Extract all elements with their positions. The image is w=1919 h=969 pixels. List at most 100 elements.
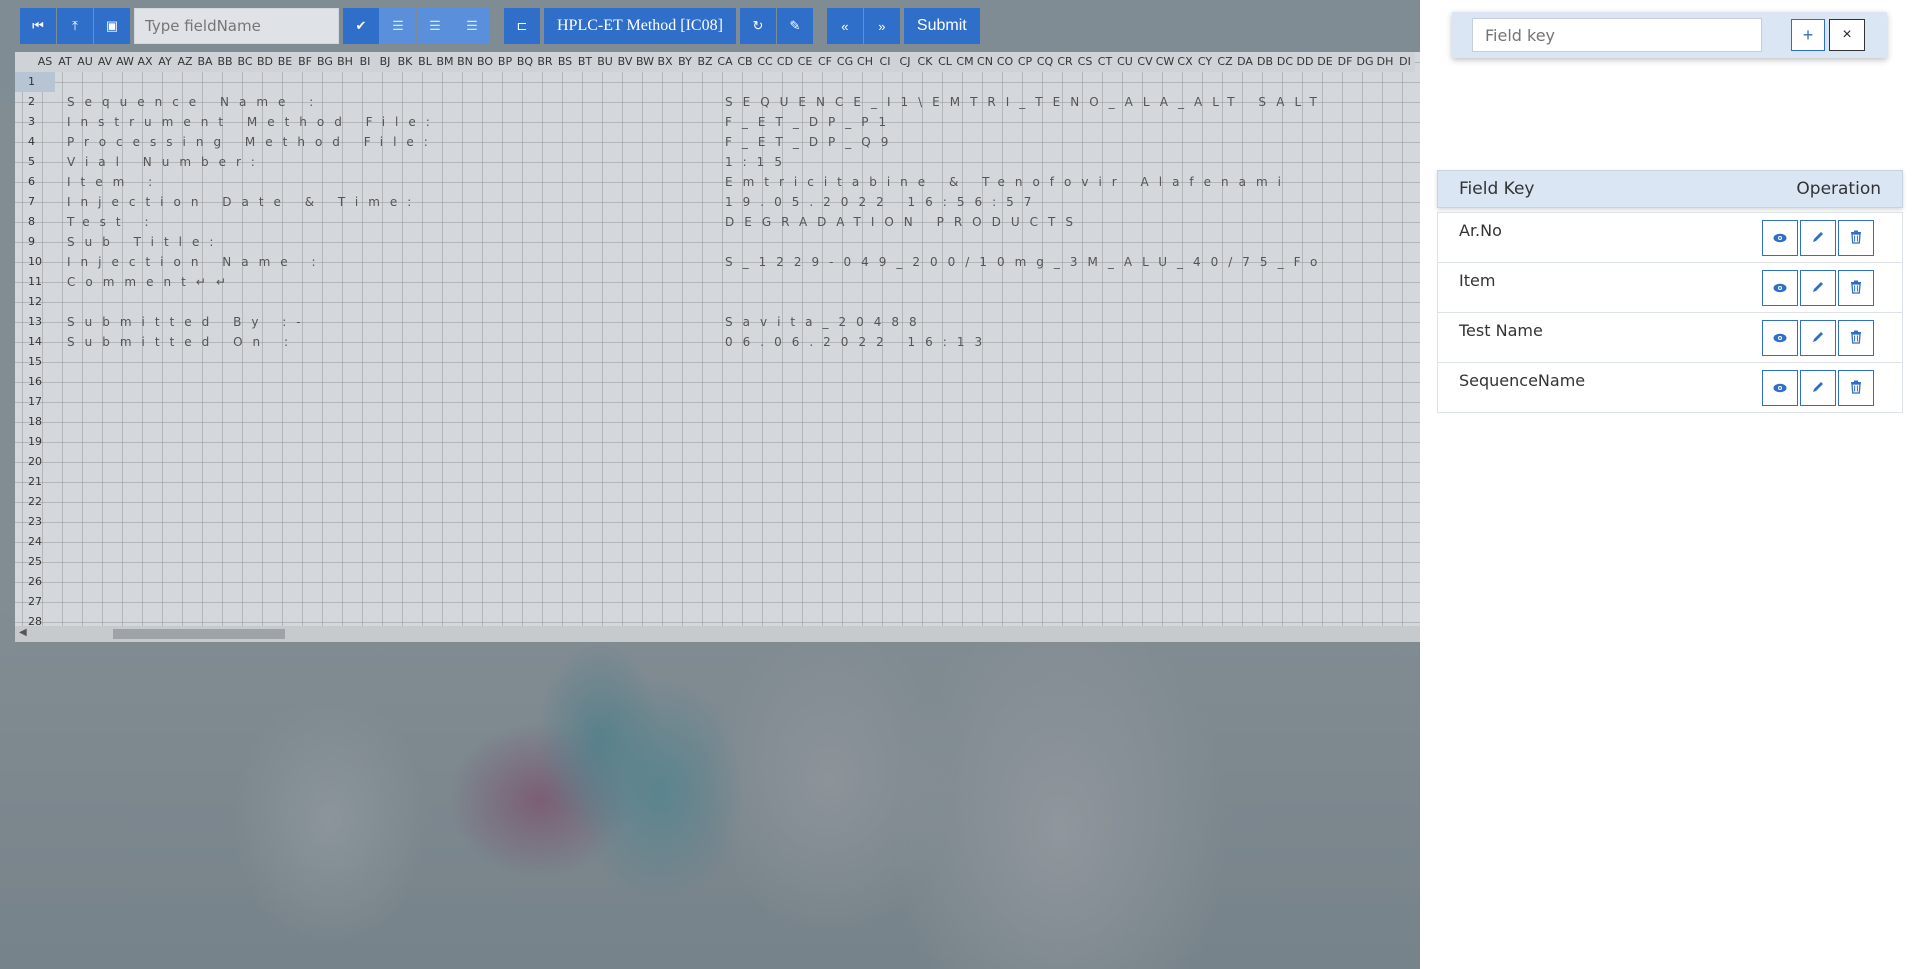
column-header[interactable]: AS <box>35 52 55 72</box>
row-header[interactable]: 20 <box>15 452 55 472</box>
horizontal-scrollbar[interactable]: ◀ <box>15 626 1420 642</box>
cell-value[interactable]: DEGRADATION PRODUCTS <box>725 212 1083 232</box>
delete-button[interactable] <box>1838 220 1874 256</box>
column-header[interactable]: DH <box>1375 52 1395 72</box>
column-header[interactable]: CG <box>835 52 855 72</box>
cell-label[interactable]: Vial Number: <box>67 152 265 172</box>
submit-button[interactable]: Submit <box>903 8 980 44</box>
column-header[interactable]: DC <box>1275 52 1295 72</box>
row-header[interactable]: 12 <box>15 292 55 312</box>
outdent-button[interactable]: ☰ <box>417 8 453 44</box>
column-header[interactable]: BM <box>435 52 455 72</box>
column-header[interactable]: BR <box>535 52 555 72</box>
row-header[interactable]: 6 <box>15 172 55 192</box>
column-header[interactable]: DE <box>1315 52 1335 72</box>
column-header[interactable]: BL <box>415 52 435 72</box>
row-header[interactable]: 1 <box>15 72 55 92</box>
column-header[interactable]: CT <box>1095 52 1115 72</box>
column-header[interactable]: BH <box>335 52 355 72</box>
column-header[interactable]: BB <box>215 52 235 72</box>
cell-label[interactable]: Processing Method File: <box>67 132 438 152</box>
view-button[interactable] <box>1762 270 1798 306</box>
indent-button[interactable]: ☰ <box>380 8 416 44</box>
folder-button[interactable]: ⊏ <box>504 8 540 44</box>
column-header[interactable]: CK <box>915 52 935 72</box>
row-header[interactable]: 15 <box>15 352 55 372</box>
scroll-left-icon[interactable]: ◀ <box>19 627 27 638</box>
upload-button[interactable]: ⤒ <box>57 8 93 44</box>
delete-button[interactable] <box>1838 270 1874 306</box>
column-header[interactable]: CO <box>995 52 1015 72</box>
first-page-button[interactable]: ⏮ <box>20 8 56 44</box>
next-button[interactable]: » <box>863 8 900 44</box>
row-header[interactable]: 23 <box>15 512 55 532</box>
row-header[interactable]: 21 <box>15 472 55 492</box>
row-header[interactable]: 16 <box>15 372 55 392</box>
save-button[interactable]: ▣ <box>94 8 130 44</box>
row-header[interactable]: 11 <box>15 272 55 292</box>
column-header[interactable]: AW <box>115 52 135 72</box>
column-header[interactable]: DD <box>1295 52 1315 72</box>
list-button[interactable]: ☰ <box>454 8 490 44</box>
column-header[interactable]: BA <box>195 52 215 72</box>
column-header[interactable]: CI <box>875 52 895 72</box>
column-header[interactable]: CV <box>1135 52 1155 72</box>
column-header[interactable]: AZ <box>175 52 195 72</box>
delete-button[interactable] <box>1838 370 1874 406</box>
column-header[interactable]: DB <box>1255 52 1275 72</box>
cell-value[interactable]: F_ET_DP_Q9 <box>725 132 898 152</box>
cell-value[interactable]: Emtricitabine & Tenofovir Alafenami <box>725 172 1291 192</box>
row-header[interactable]: 5 <box>15 152 55 172</box>
column-header[interactable]: CM <box>955 52 975 72</box>
column-header[interactable]: AX <box>135 52 155 72</box>
column-header[interactable]: CY <box>1195 52 1215 72</box>
column-header[interactable]: AT <box>55 52 75 72</box>
cell-value[interactable]: 06.06.2022 16:13 <box>725 332 992 352</box>
column-header[interactable]: BD <box>255 52 275 72</box>
column-header[interactable]: DA <box>1235 52 1255 72</box>
column-header[interactable]: AV <box>95 52 115 72</box>
column-header[interactable]: CH <box>855 52 875 72</box>
cell-label[interactable]: Comment↵↵ <box>67 272 236 292</box>
column-header[interactable]: BT <box>575 52 595 72</box>
row-header[interactable]: 3 <box>15 112 55 132</box>
column-header[interactable]: DG <box>1355 52 1375 72</box>
delete-button[interactable] <box>1838 320 1874 356</box>
close-button[interactable]: × <box>1829 19 1865 51</box>
refresh-button[interactable]: ↻ <box>739 8 776 44</box>
column-header[interactable]: CA <box>715 52 735 72</box>
column-header[interactable]: BV <box>615 52 635 72</box>
method-button[interactable]: HPLC-ET Method [IC08] <box>544 8 736 44</box>
column-header[interactable]: BZ <box>695 52 715 72</box>
cell-label[interactable]: Injection Name : <box>67 252 326 272</box>
column-header[interactable]: CZ <box>1215 52 1235 72</box>
row-header[interactable]: 26 <box>15 572 55 592</box>
cell-value[interactable]: SEQUENCE_I1\EMTRI_TENO_ALA_ALT SALT <box>725 92 1327 112</box>
row-header[interactable]: 24 <box>15 532 55 552</box>
column-header[interactable]: BK <box>395 52 415 72</box>
column-header[interactable]: BF <box>295 52 315 72</box>
column-header[interactable]: CF <box>815 52 835 72</box>
column-header[interactable]: CP <box>1015 52 1035 72</box>
column-header[interactable]: BE <box>275 52 295 72</box>
row-header[interactable]: 2 <box>15 92 55 112</box>
cell-label[interactable]: Submitted By :- <box>67 312 311 332</box>
check-data-button[interactable]: ✔ <box>343 8 379 44</box>
spreadsheet[interactable]: AS AT AU AV AW AX AY AZ BA BB BC BD BE BF BG BH BI BJ BK BL… <box>15 52 1420 642</box>
view-button[interactable] <box>1762 370 1798 406</box>
edit-button[interactable] <box>1800 370 1836 406</box>
row-header[interactable]: 13 <box>15 312 55 332</box>
field-name-input[interactable] <box>134 8 339 44</box>
column-header[interactable]: CE <box>795 52 815 72</box>
cell-value[interactable]: 1:15 <box>725 152 792 172</box>
clear-button[interactable]: ✎ <box>776 8 813 44</box>
column-header[interactable]: DI <box>1395 52 1415 72</box>
column-header[interactable]: BW <box>635 52 655 72</box>
column-header[interactable]: CW <box>1155 52 1175 72</box>
column-header[interactable]: CQ <box>1035 52 1055 72</box>
column-header[interactable]: CN <box>975 52 995 72</box>
row-header[interactable]: 17 <box>15 392 55 412</box>
cell-label[interactable]: Sub Title: <box>67 232 223 252</box>
column-header[interactable]: CD <box>775 52 795 72</box>
scrollbar-thumb[interactable] <box>113 629 285 639</box>
